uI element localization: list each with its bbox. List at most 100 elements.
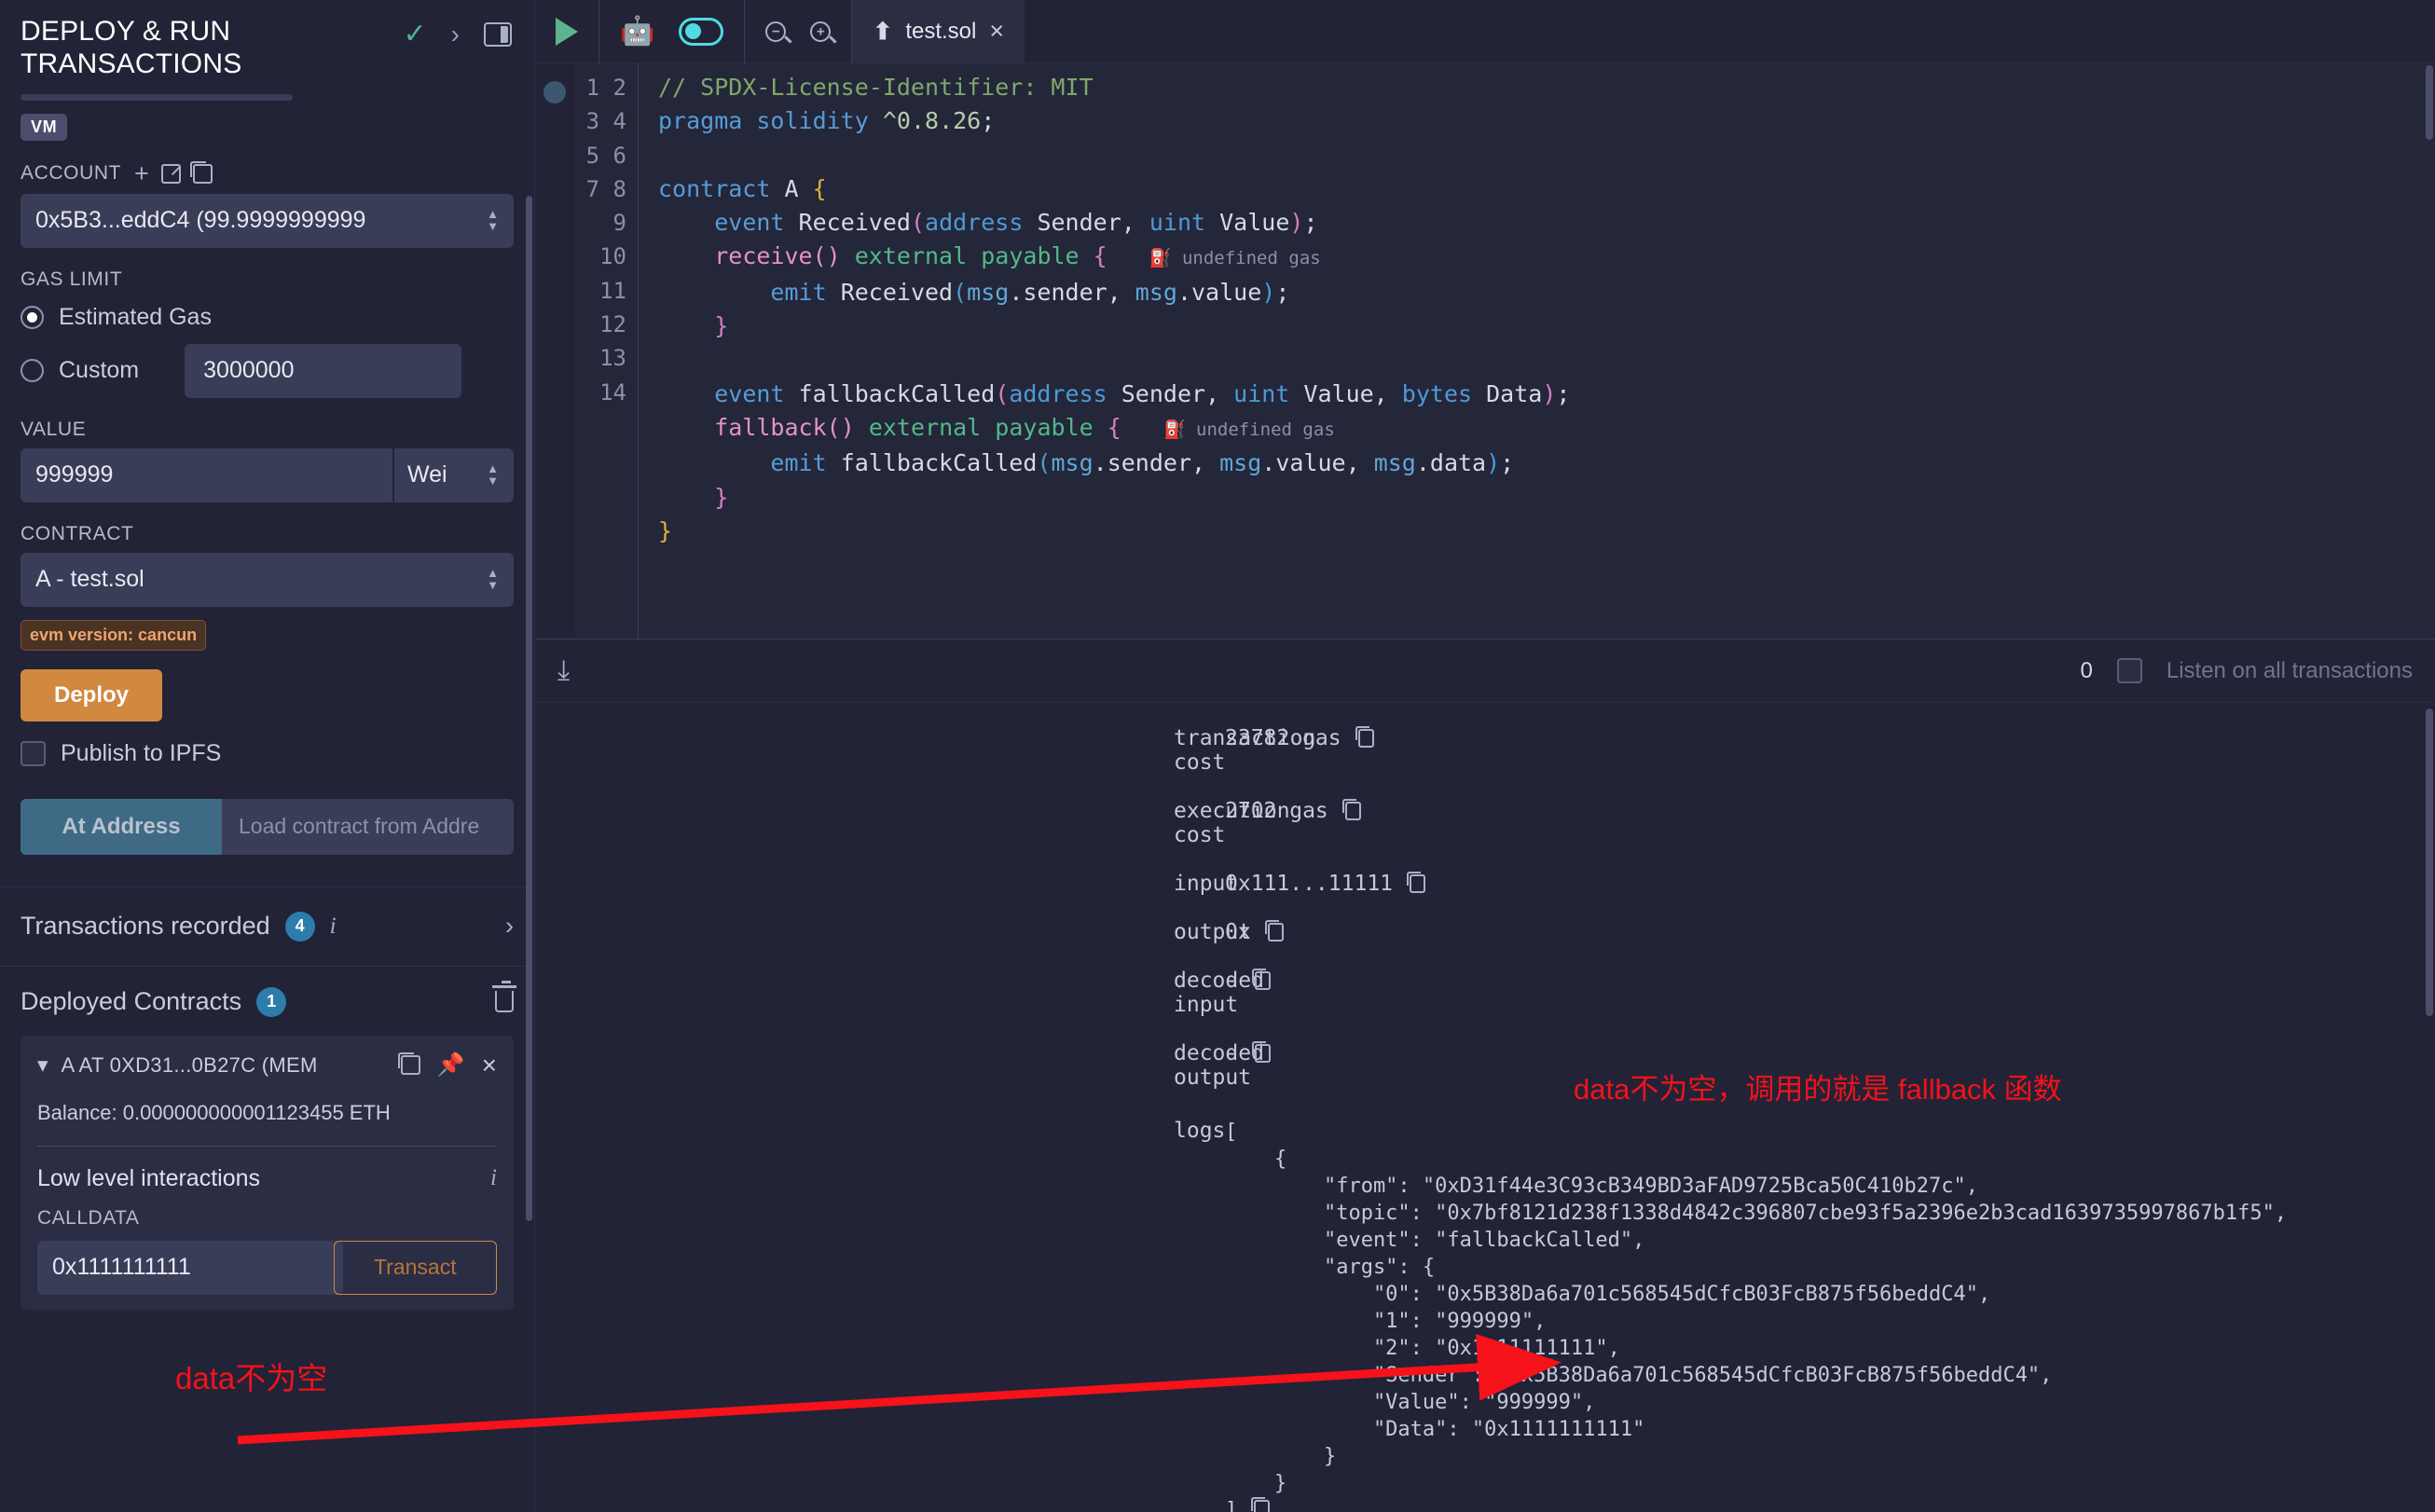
pin-icon[interactable]: 📌 [437,1052,465,1079]
zoom-in-icon[interactable]: + [810,21,832,42]
edit-icon[interactable] [161,163,182,184]
tab-test-sol[interactable]: ⬆ test.sol × [852,0,1025,63]
contract-label: CONTRACT [21,522,134,544]
tab-label: test.sol [905,18,977,44]
account-label-row: ACCOUNT + [21,160,514,186]
contract-select[interactable]: A - test.sol ▲ ▼ [21,552,514,607]
terminal-count: 0 [2080,657,2093,683]
row-key: input [1174,872,1239,896]
editor-gutter[interactable] [535,63,574,639]
editor-toolbar: 🤖 − + ⬆ test.sol × [535,0,2435,63]
environment-badge[interactable]: VM [21,113,68,141]
row-key: decoded output [1174,1041,1264,1090]
terminal-header-right: 0 Listen on all transactions [2080,658,2413,684]
copy-icon[interactable] [1355,726,1374,748]
logs-row: logs [ { "from": "0xD31f44e3C93cB349BD3a… [535,1102,2435,1512]
breakpoint-glyph-icon[interactable] [543,81,566,103]
table-row: decoded input - [535,956,2435,1029]
copy-icon[interactable] [1264,920,1284,942]
sidebar-scrollbar[interactable] [526,196,532,1221]
value-input[interactable]: 999999 [21,447,392,502]
gas-custom-row[interactable]: Custom 3000000 [21,343,514,398]
transactions-recorded-section[interactable]: Transactions recorded 4 i › [0,887,534,967]
row-key: transaction cost [1174,726,1316,775]
close-icon[interactable]: × [482,1051,497,1080]
deployed-contract-card: ▾ A AT 0XD31...0B27C (MEM 📌 × Balance: 0… [21,1035,514,1310]
sidebar-header: DEPLOY & RUN TRANSACTIONS ✓ › [0,0,534,81]
trash-icon[interactable] [492,981,516,1013]
account-select[interactable]: 0x5B3...eddC4 (99.9999999999 ▲ ▼ [21,193,514,248]
copy-icon[interactable] [1341,799,1361,820]
info-icon[interactable]: i [330,914,337,940]
code-content[interactable]: // SPDX-License-Identifier: MIT pragma s… [638,63,2435,639]
row-value: - [1225,1041,1271,1065]
deploy-run-sidebar: DEPLOY & RUN TRANSACTIONS ✓ › VM ACCOUNT… [0,0,535,1512]
calldata-input[interactable]: 0x1111111111 [37,1240,343,1295]
table-row: input 0x111...11111 [535,859,2435,908]
logs-close-bracket: ] [1225,1499,1238,1512]
stepper-icon[interactable]: ▲ ▼ [487,567,499,592]
gas-estimated-row[interactable]: Estimated Gas [21,304,514,331]
low-level-label: Low level interactions [37,1164,261,1191]
code-line-4: contract A { [658,174,827,202]
at-address-row: At Address Load contract from Addre [21,798,514,855]
deploy-button[interactable]: Deploy [21,668,163,722]
robot-icon[interactable]: 🤖 [620,15,654,48]
panel-layout-icon[interactable] [484,22,512,47]
terminal-panel: ⤓ 0 Listen on all transactions transacti… [535,639,2435,1512]
zoom-out-icon[interactable]: − [765,21,787,42]
code-editor[interactable]: 1 2 3 4 5 6 7 8 9 10 11 12 13 14 // SPDX… [535,63,2435,639]
info-icon[interactable]: i [490,1165,497,1191]
code-line-2: pragma solidity ^0.8.26; [658,107,996,135]
terminal-body[interactable]: transaction cost 23782 gas execution cos… [535,703,2435,1512]
copy-icon[interactable] [397,1052,420,1076]
chevron-right-icon[interactable]: › [505,912,514,941]
copy-icon[interactable] [190,160,213,184]
radio-estimated-gas[interactable] [21,305,44,329]
editor-scrollbar[interactable] [2426,65,2433,140]
radio-estimated-gas-label: Estimated Gas [59,303,212,330]
stepper-icon[interactable]: ▲ ▼ [487,208,499,233]
deployed-contracts-count: 1 [256,986,287,1017]
row-value: 0x111...11111 [1225,872,1426,896]
publish-ipfs-checkbox[interactable] [21,740,46,766]
at-address-button[interactable]: At Address [21,798,222,855]
double-chevron-down-icon[interactable]: ⤓ [557,656,570,685]
close-icon[interactable]: × [989,17,1004,46]
chevron-right-icon[interactable]: › [451,21,460,48]
copy-icon[interactable] [1251,1497,1271,1512]
copy-icon[interactable] [1407,872,1426,893]
check-icon[interactable]: ✓ [404,21,427,48]
sidebar-header-actions: ✓ › [404,21,512,48]
solidity-file-icon: ⬆ [873,18,893,45]
stepper-icon[interactable]: ▲ ▼ [487,462,499,488]
copy-icon[interactable] [1251,1041,1271,1063]
publish-ipfs-row[interactable]: Publish to IPFS [21,740,514,767]
row-key: execution cost [1174,799,1290,847]
zoom-group: − + [745,0,853,63]
run-icon[interactable] [556,17,578,46]
terminal-scrollbar[interactable] [2426,708,2433,1016]
page-title: DEPLOY & RUN TRANSACTIONS [21,16,242,80]
divider [37,1145,497,1147]
gas-custom-input[interactable]: 3000000 [185,343,462,398]
contract-value: A - test.sol [35,566,144,593]
chevron-down-icon[interactable]: ▾ [37,1052,48,1078]
calldata-label: CALLDATA [37,1206,140,1229]
copy-icon[interactable] [1251,969,1271,990]
table-row: output 0x [535,908,2435,956]
contract-card-actions: 📌 × [397,1051,497,1080]
contract-card-header[interactable]: ▾ A AT 0XD31...0B27C (MEM 📌 × [37,1051,497,1080]
radio-custom-gas[interactable] [21,359,44,383]
contract-balance: Balance: 0.000000000001123455 ETH [37,1100,391,1124]
gas-estimate-hint: ⛽ undefined gas [1162,419,1335,440]
value-unit-select[interactable]: Wei ▲ ▼ [392,447,514,502]
ai-toggle[interactable] [679,17,724,46]
plus-icon[interactable]: + [134,160,149,186]
evm-version-badge: evm version: cancun [21,619,207,651]
listen-all-transactions-checkbox[interactable] [2116,658,2142,683]
at-address-input[interactable]: Load contract from Addre [222,798,514,855]
transact-button[interactable]: Transact [333,1240,497,1295]
transactions-recorded-count: 4 [284,911,315,942]
table-row: transaction cost 23782 gas [535,714,2435,787]
